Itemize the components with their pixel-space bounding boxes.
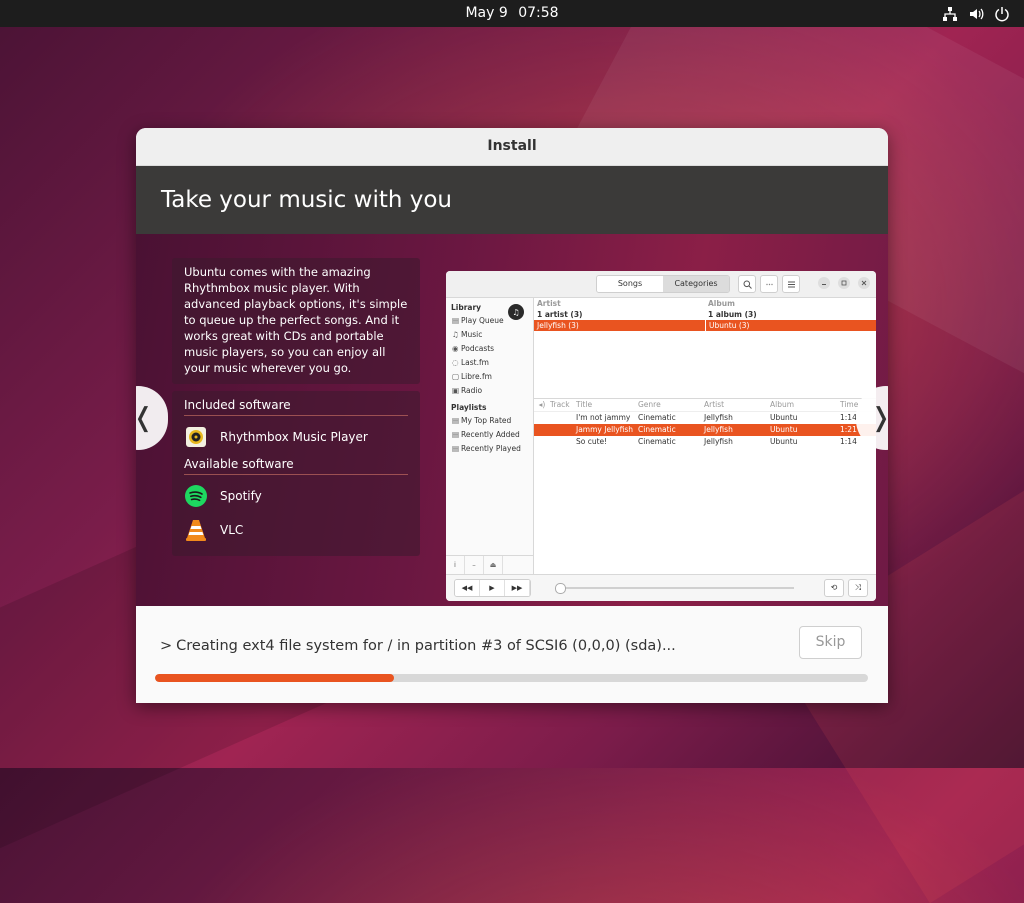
table-row: So cute! Cinematic Jellyfish Ubuntu 1:14 bbox=[576, 437, 857, 446]
skip-button[interactable]: Skip bbox=[799, 626, 862, 659]
previous-track-icon: ◀◀ bbox=[455, 580, 480, 596]
rb-view-switcher: Songs Categories bbox=[596, 275, 730, 293]
radio-icon: ▣ bbox=[452, 386, 460, 395]
chevron-right-icon: ❭ bbox=[870, 403, 888, 433]
more-icon bbox=[760, 275, 778, 293]
spotify-icon bbox=[184, 484, 208, 508]
rb-headerbar: Songs Categories bbox=[446, 271, 876, 298]
status-message-text: Creating ext4 file system for / in parti… bbox=[176, 638, 676, 654]
rb-main-pane: Artist Album 1 artist (3) 1 album (3) Je… bbox=[534, 298, 876, 574]
table-row: I'm not jammy Cinematic Jellyfish Ubuntu 1… bbox=[576, 413, 857, 422]
repeat-icon: ⟲ bbox=[824, 579, 844, 597]
minus-icon: – bbox=[465, 556, 484, 574]
status-message[interactable]: > Creating ext4 file system for / in part… bbox=[160, 638, 676, 654]
previous-slide-button[interactable]: ❬ bbox=[136, 386, 168, 450]
playlist-icon: ▤ bbox=[452, 430, 460, 439]
rhythmbox-screenshot: Songs Categories ♫ Library ▤ Play Queue … bbox=[446, 271, 876, 601]
rb-browser-summary: 1 artist (3) 1 album (3) bbox=[537, 310, 757, 319]
system-tray[interactable] bbox=[942, 0, 1010, 27]
available-software-heading: Available software bbox=[184, 456, 408, 475]
volume-icon: ◂) bbox=[538, 400, 546, 409]
chevron-left-icon: ❬ bbox=[136, 403, 154, 433]
install-window: Install Take your music with you Ubuntu … bbox=[136, 128, 888, 703]
rb-tab-songs: Songs bbox=[597, 276, 663, 292]
software-item-label: Spotify bbox=[220, 489, 262, 503]
info-icon: i bbox=[446, 556, 465, 574]
rb-seek-knob bbox=[555, 583, 566, 594]
rb-track-list: ◂) Track Title Genre Artist Album Time I… bbox=[534, 398, 876, 448]
queue-icon: ▤ bbox=[452, 316, 460, 325]
podcast-icon: ◉ bbox=[452, 344, 459, 353]
rb-track-header: ◂) Track Title Genre Artist Album Time bbox=[534, 399, 876, 412]
rb-playlist-item: ▤ Recently Added bbox=[452, 430, 520, 439]
install-progress-bar bbox=[155, 674, 868, 682]
software-item-label: Rhythmbox Music Player bbox=[220, 430, 368, 444]
maximize-icon bbox=[838, 277, 850, 289]
vlc-icon bbox=[184, 518, 208, 542]
network-icon[interactable] bbox=[942, 6, 958, 22]
slideshow: Ubuntu comes with the amazing Rhythmbox … bbox=[136, 234, 888, 606]
software-list: Included software Rhythmbox Music Player… bbox=[172, 391, 420, 556]
rb-library-item: ◉ Podcasts bbox=[452, 344, 495, 353]
rb-playlist-item: ▤ Recently Played bbox=[452, 444, 521, 453]
clock[interactable]: May 9 07:58 bbox=[0, 0, 1024, 27]
librefm-icon: ▢ bbox=[452, 372, 460, 381]
slide-description: Ubuntu comes with the amazing Rhythmbox … bbox=[172, 258, 420, 384]
power-icon[interactable] bbox=[994, 6, 1010, 22]
rb-player-controls: ◀◀ ▶ ▶▶ ⟲ ⤨ bbox=[446, 574, 876, 601]
music-icon: ♫ bbox=[452, 330, 459, 339]
rb-sidebar-footer: i – ⏏ bbox=[446, 555, 533, 574]
close-icon bbox=[858, 277, 870, 289]
playlist-icon: ▤ bbox=[452, 444, 460, 453]
software-item-label: VLC bbox=[220, 523, 244, 537]
rb-window-controls bbox=[818, 277, 870, 289]
chevron-right-icon: > bbox=[160, 638, 173, 654]
rb-tab-categories: Categories bbox=[663, 276, 729, 292]
rb-header-buttons bbox=[738, 275, 800, 293]
slide-description-text: Ubuntu comes with the amazing Rhythmbox … bbox=[184, 265, 408, 375]
install-progress-fill bbox=[155, 674, 394, 682]
rb-transport: ◀◀ ▶ ▶▶ bbox=[454, 579, 531, 597]
rb-seek-bar bbox=[555, 583, 794, 594]
rb-playlists-title: Playlists bbox=[451, 403, 487, 412]
rhythmbox-icon bbox=[184, 425, 208, 449]
software-item-vlc: VLC bbox=[184, 515, 408, 545]
music-note-icon: ♫ bbox=[508, 304, 524, 320]
eject-icon: ⏏ bbox=[484, 556, 503, 574]
install-status: > Creating ext4 file system for / in part… bbox=[136, 606, 888, 703]
rb-library-item: ▣ Radio bbox=[452, 386, 483, 395]
rb-library-item: ◌ Last.fm bbox=[452, 358, 489, 367]
clock-time: 07:58 bbox=[518, 5, 559, 21]
included-software-heading: Included software bbox=[184, 397, 408, 416]
rb-library-item: ♫ Music bbox=[452, 330, 483, 339]
minimize-icon bbox=[818, 277, 830, 289]
search-icon bbox=[738, 275, 756, 293]
software-item-spotify: Spotify bbox=[184, 481, 408, 511]
rb-library-item: ▢ Libre.fm bbox=[452, 372, 492, 381]
rb-browser-selected: Jellyfish (3) Ubuntu (3) bbox=[534, 320, 876, 331]
software-item-rhythmbox: Rhythmbox Music Player bbox=[184, 422, 408, 452]
rb-browser: Artist Album 1 artist (3) 1 album (3) Je… bbox=[534, 298, 876, 399]
rb-sidebar: ♫ Library ▤ Play Queue ♫ Music ◉ Podcasts ◌… bbox=[446, 298, 534, 574]
lastfm-icon: ◌ bbox=[452, 358, 459, 367]
rb-playlist-item: ▤ My Top Rated bbox=[452, 416, 512, 425]
play-icon: ▶ bbox=[480, 580, 505, 596]
rb-browser-header: Artist Album bbox=[537, 299, 735, 308]
top-bar: May 9 07:58 bbox=[0, 0, 1024, 27]
window-title: Install bbox=[136, 128, 888, 166]
shuffle-icon: ⤨ bbox=[848, 579, 868, 597]
table-row: Jammy Jellyfish Cinematic Jellyfish Ubuntu… bbox=[534, 424, 876, 436]
clock-date: May 9 bbox=[465, 5, 508, 21]
slide-heading: Take your music with you bbox=[136, 166, 888, 234]
next-track-icon: ▶▶ bbox=[505, 580, 530, 596]
playlist-icon: ▤ bbox=[452, 416, 460, 425]
volume-icon[interactable] bbox=[968, 6, 984, 22]
menu-icon bbox=[782, 275, 800, 293]
rb-extra-buttons: ⟲ ⤨ bbox=[824, 579, 868, 597]
